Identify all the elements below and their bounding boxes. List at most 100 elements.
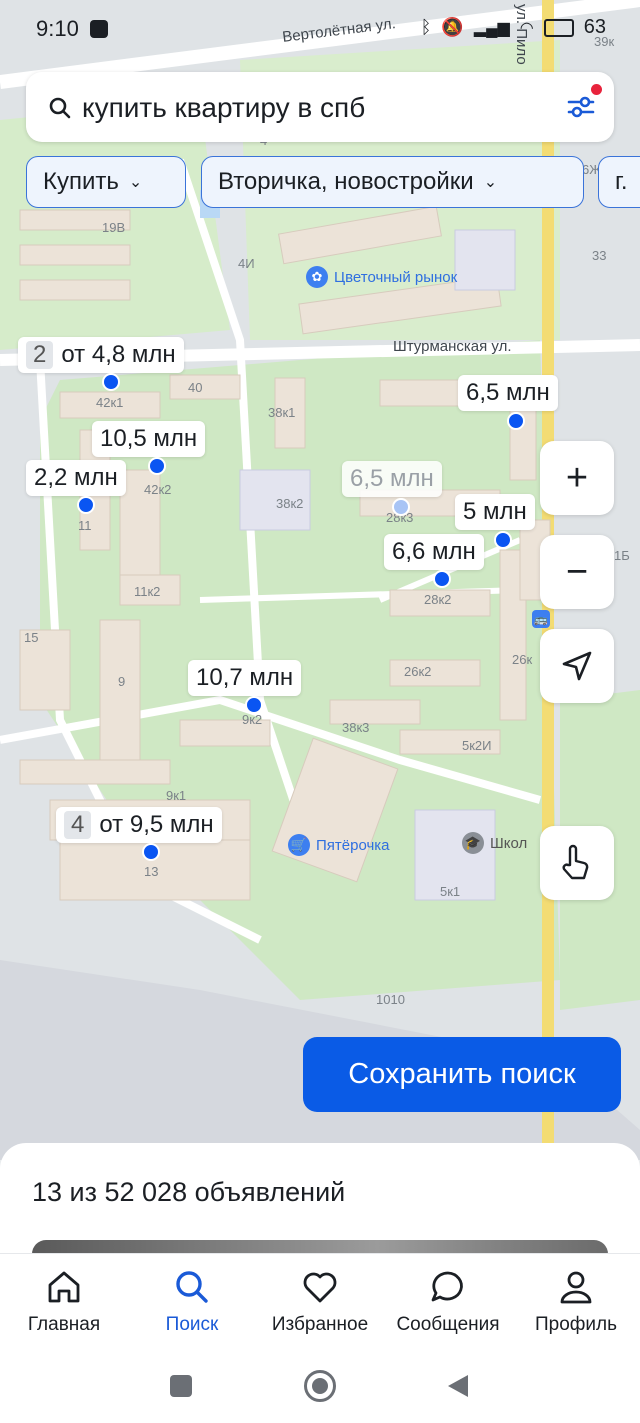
price-tag[interactable]: 2,2 млн [26,460,126,496]
map-pin[interactable] [77,496,95,514]
price-label: от 9,5 млн [99,811,214,838]
mute-icon: 🔕 [441,17,464,37]
price-tag[interactable]: 2 от 4,8 млн [18,337,184,373]
chip-label: Купить [43,168,119,195]
map-pin[interactable] [102,373,120,391]
house-number: 26к [512,652,533,667]
bottom-tab-bar: Главная Поиск Избранное Сообщения Профил… [0,1253,640,1354]
person-icon [560,1271,592,1304]
price-tag[interactable]: 4 от 9,5 млн [56,807,222,843]
chat-bubble-icon [431,1271,463,1302]
tab-label: Сообщения [396,1314,500,1335]
house-number: 40 [188,380,203,395]
home-icon [48,1271,80,1303]
price-label: 6,6 млн [392,538,476,565]
tab-messages[interactable]: Сообщения [384,1268,512,1336]
tab-profile[interactable]: Профиль [512,1268,640,1336]
map-pin[interactable] [433,570,451,588]
system-nav-bar [0,1353,640,1423]
house-number: 33 [592,248,607,263]
house-number: 1Б [614,548,630,563]
navigation-arrow-icon [562,651,592,681]
house-number: 38к1 [268,405,296,420]
locate-button[interactable] [540,629,614,703]
bus-stop[interactable]: 🚌 [532,610,550,628]
map-pin[interactable] [507,412,525,430]
house-number: 11 [78,518,92,533]
house-number: 5к2И [462,738,492,753]
house-number: 15 [24,630,39,645]
tab-label: Главная [27,1314,101,1335]
listing-count: 2 [26,341,54,369]
house-number: 4И [238,256,255,271]
map-pin[interactable] [392,498,410,516]
clock: 9:10 [36,16,79,41]
tab-home[interactable]: Главная [0,1268,128,1336]
chip-property-type[interactable]: Вторичка, новостройки ⌄ [201,156,584,208]
notification-icon [90,20,108,38]
poi-label: Цветочный рынок [334,268,458,286]
house-number: 9к2 [242,712,263,727]
house-number: 38к2 [276,496,304,511]
hand-pointer-icon [562,844,589,880]
tab-favorites[interactable]: Избранное [256,1268,384,1336]
listing-count: 4 [64,811,92,839]
recents-button[interactable] [170,1375,192,1397]
search-query[interactable]: купить квартиру в спб [82,92,365,124]
search-bar[interactable]: купить квартиру в спб [26,72,614,142]
zoom-in-button[interactable]: + [540,441,614,515]
house-number: 9 [118,674,126,689]
map-pin[interactable] [142,843,160,861]
flower-icon: ✿ [306,266,328,288]
home-nav-button[interactable] [304,1370,336,1402]
poi-label: Школ [490,834,528,852]
price-tag[interactable]: 6,5 млн [342,461,442,497]
minus-icon: − [565,550,589,593]
price-label: 5 млн [463,498,527,525]
zoom-out-button[interactable]: − [540,535,614,609]
price-label: от 4,8 млн [61,341,176,368]
status-bar: 9:10 ᛒ 🔕 ▂▄▆ ◠ 63 [0,0,640,62]
tab-label: Избранное [271,1314,369,1335]
price-label: 10,5 млн [100,425,198,452]
filter-icon[interactable] [566,92,596,122]
filter-badge [591,84,602,95]
price-label: 10,7 млн [196,664,294,691]
map-pin[interactable] [148,457,166,475]
tab-search[interactable]: Поиск [128,1268,256,1336]
poi-school[interactable]: 🎓 Школ [462,832,527,854]
house-number: 42к1 [96,395,124,410]
chip-deal-type[interactable]: Купить ⌄ [26,156,186,208]
price-label: 2,2 млн [34,464,118,491]
price-tag[interactable]: 10,5 млн [92,421,206,457]
draw-area-button[interactable] [540,826,614,900]
chip-city[interactable]: г. [598,156,640,208]
battery-percent: 63 [583,16,606,38]
price-tag[interactable]: 6,5 млн [458,375,558,411]
status-icons: ᛒ 🔕 ▂▄▆ ◠ 63 [421,16,606,39]
poi-pyaterochka[interactable]: 🛒 Пятёрочка [288,834,390,856]
price-tag[interactable]: 5 млн [455,494,535,530]
chevron-down-icon: ⌄ [483,174,498,191]
signal-icon: ▂▄▆ [473,19,510,37]
map-pin[interactable] [494,531,512,549]
price-tag[interactable]: 6,6 млн [384,534,484,570]
street-label: Штурманская ул. [393,338,512,355]
chevron-down-icon: ⌄ [128,174,143,191]
house-number: 42к2 [144,482,172,497]
price-tag[interactable]: 10,7 млн [188,660,302,696]
price-label: 6,5 млн [350,465,434,492]
chip-label: г. [615,168,628,195]
house-number: 19В [102,220,126,235]
map-pin[interactable] [245,696,263,714]
back-nav-button[interactable] [446,1373,470,1399]
poi-flower-market[interactable]: ✿ Цветочный рынок [306,266,457,288]
plus-icon: + [565,456,589,499]
house-number: 13 [144,864,159,879]
house-number: 11к2 [134,584,161,599]
house-number: 26к2 [404,664,432,679]
save-search-button[interactable]: Сохранить поиск [303,1037,621,1112]
house-number: 38к3 [342,720,370,735]
wifi-icon: ◠ [519,19,534,37]
search-icon [176,1271,208,1303]
